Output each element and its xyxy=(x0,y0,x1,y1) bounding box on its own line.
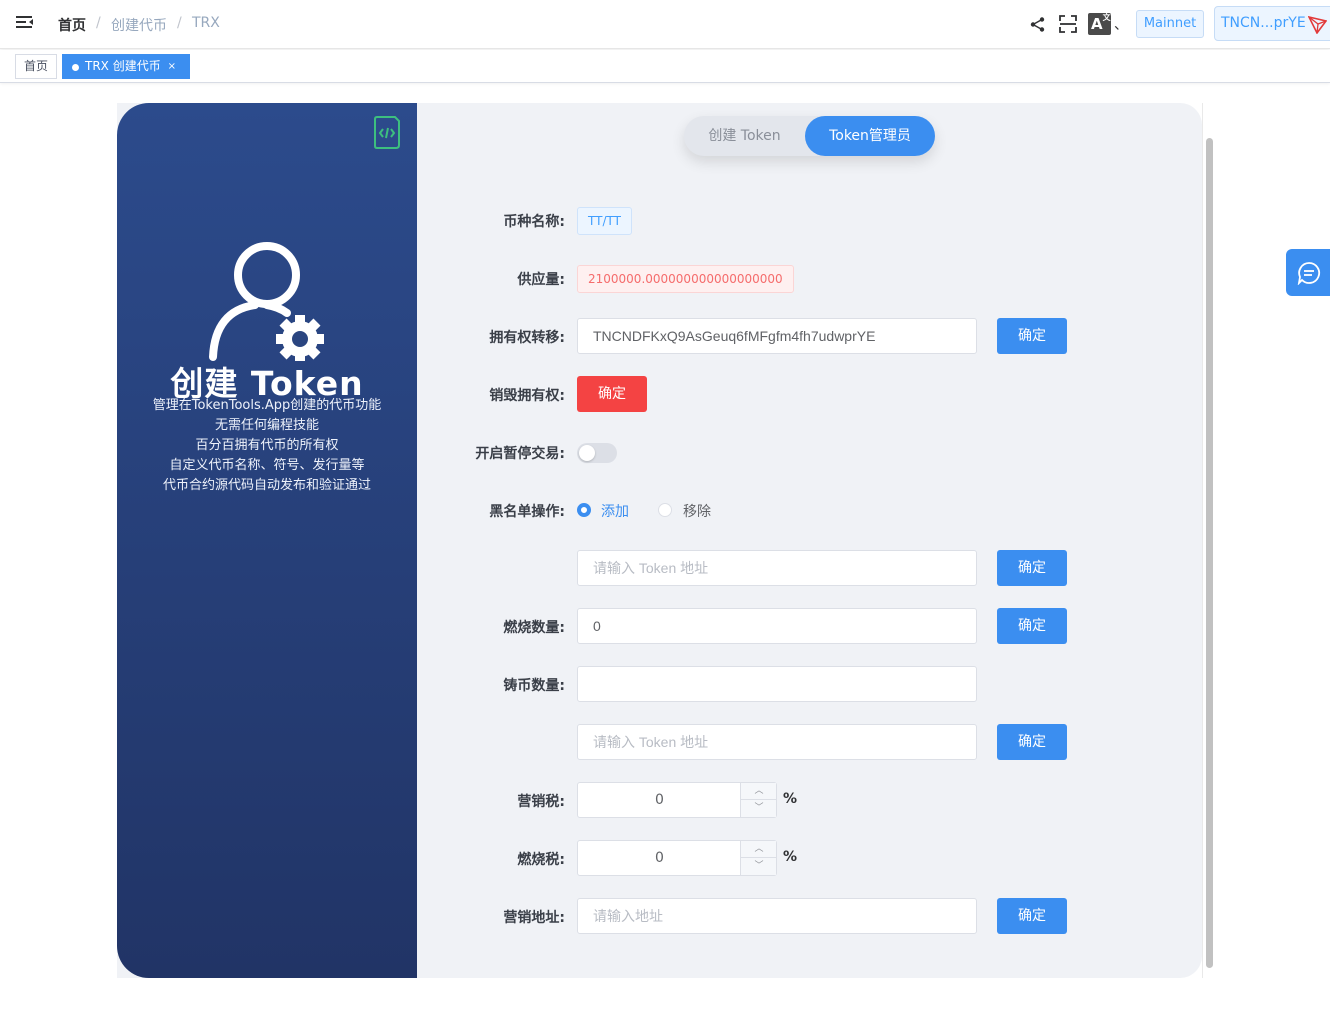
breadcrumb-separator: / xyxy=(96,15,101,31)
tab-create-token[interactable]: 创建 Token xyxy=(684,116,805,156)
renounce-ownership-label: 销毁拥有权: xyxy=(489,388,565,404)
stepper-arrows: ︿ ﹀ xyxy=(740,841,777,875)
burn-tax-label: 燃烧税: xyxy=(517,852,565,868)
marketing-tax-value[interactable]: 0 xyxy=(578,783,741,817)
active-dot xyxy=(72,64,79,71)
blacklist-remove-label[interactable]: 移除 xyxy=(683,501,711,521)
token-name-label: 币种名称: xyxy=(503,214,565,230)
network-badge[interactable]: Mainnet xyxy=(1136,10,1204,38)
tron-icon xyxy=(1308,15,1327,34)
transfer-confirm-button[interactable]: 确定 xyxy=(997,318,1067,354)
breadcrumb-trx: TRX xyxy=(192,15,220,31)
supply-label: 供应量: xyxy=(517,272,565,288)
intro-line: 百分百拥有代币的所有权 xyxy=(195,438,339,453)
mint-confirm-button[interactable]: 确定 xyxy=(997,724,1067,760)
mode-switcher: 创建 Token Token管理员 xyxy=(684,116,935,156)
language-separator: 、 xyxy=(1114,17,1128,33)
blacklist-remove-radio[interactable] xyxy=(658,503,672,517)
tab-token-admin[interactable]: Token管理员 xyxy=(805,116,935,156)
intro-line: 代币合约源代码自动发布和验证通过 xyxy=(162,478,371,493)
renounce-confirm-button[interactable]: 确定 xyxy=(577,376,647,412)
burn-tax-value[interactable]: 0 xyxy=(578,841,741,875)
intro-lines: 管理在TokenTools.App创建的代币功能 无需任何编程技能 百分百拥有代… xyxy=(117,396,417,496)
chevron-up-icon[interactable]: ︿ xyxy=(741,841,777,858)
mint-amount-label: 铸币数量: xyxy=(503,678,565,694)
close-icon[interactable]: × xyxy=(168,55,176,78)
blacklist-add-label[interactable]: 添加 xyxy=(601,501,629,521)
intro-line: 管理在TokenTools.App创建的代币功能 xyxy=(152,398,382,413)
wallet-address: TNCN...prYE xyxy=(1221,15,1306,31)
chat-icon xyxy=(1297,262,1321,285)
scrollbar-thumb[interactable] xyxy=(1206,138,1213,968)
intro-line: 自定义代币名称、符号、发行量等 xyxy=(169,458,365,473)
transfer-ownership-input[interactable] xyxy=(577,318,977,354)
breadcrumb-create-token[interactable]: 创建代币 xyxy=(111,15,167,35)
marketing-tax-label: 营销税: xyxy=(517,794,565,810)
blacklist-address-input[interactable] xyxy=(577,550,977,586)
tag-create-token[interactable]: TRX 创建代币 × xyxy=(62,54,190,79)
chat-float-button[interactable] xyxy=(1286,249,1330,296)
marketing-address-label: 营销地址: xyxy=(503,910,565,926)
translate-icon[interactable]: A文 xyxy=(1088,13,1111,35)
supply-value: 2100000.000000000000000000 xyxy=(577,265,794,293)
burn-amount-label: 燃烧数量: xyxy=(503,620,565,636)
burn-tax-stepper[interactable]: 0 ︿ ﹀ xyxy=(577,840,777,876)
wallet-button[interactable]: TNCN...prYE xyxy=(1214,6,1330,41)
user-settings-icon xyxy=(209,242,324,361)
marketing-address-confirm-button[interactable]: 确定 xyxy=(997,898,1067,934)
top-bar: 首页 / 创建代币 / TRX A文 、 Mainnet TNCN...prYE xyxy=(0,0,1330,49)
transfer-ownership-label: 拥有权转移: xyxy=(489,330,565,346)
burn-confirm-button[interactable]: 确定 xyxy=(997,608,1067,644)
blacklist-confirm-button[interactable]: 确定 xyxy=(997,550,1067,586)
mint-address-input[interactable] xyxy=(577,724,977,760)
chevron-down-icon[interactable]: ﹀ xyxy=(741,858,777,875)
code-file-icon xyxy=(374,116,400,149)
stepper-arrows: ︿ ﹀ xyxy=(740,783,777,817)
tag-label: TRX 创建代币 xyxy=(85,59,161,73)
marketing-tax-stepper[interactable]: 0 ︿ ﹀ xyxy=(577,782,777,818)
pause-trading-label: 开启暂停交易: xyxy=(475,446,565,462)
intro-line: 无需任何编程技能 xyxy=(214,418,319,433)
tag-home[interactable]: 首页 xyxy=(15,54,57,79)
share-icon[interactable] xyxy=(1030,17,1045,32)
percent-sign: % xyxy=(783,791,798,807)
fullscreen-icon[interactable] xyxy=(1059,15,1077,33)
chevron-up-icon[interactable]: ︿ xyxy=(741,783,777,800)
marketing-address-input[interactable] xyxy=(577,898,977,934)
burn-amount-input[interactable] xyxy=(577,608,977,644)
pause-trading-toggle[interactable] xyxy=(577,443,617,463)
mint-amount-input[interactable] xyxy=(577,666,977,702)
toggle-knob xyxy=(579,445,595,461)
intro-panel: 创建 Token 管理在TokenTools.App创建的代币功能 无需任何编程… xyxy=(117,103,417,978)
chevron-down-icon[interactable]: ﹀ xyxy=(741,800,777,817)
breadcrumb-separator: / xyxy=(177,15,182,31)
token-name-value: TT/TT xyxy=(577,207,632,235)
blacklist-label: 黑名单操作: xyxy=(489,504,565,520)
tags-view: 首页 TRX 创建代币 × xyxy=(0,50,1330,83)
menu-fold-icon[interactable] xyxy=(16,15,34,31)
percent-sign: % xyxy=(783,849,798,865)
blacklist-add-radio[interactable] xyxy=(577,503,591,517)
breadcrumb-home[interactable]: 首页 xyxy=(58,15,86,35)
